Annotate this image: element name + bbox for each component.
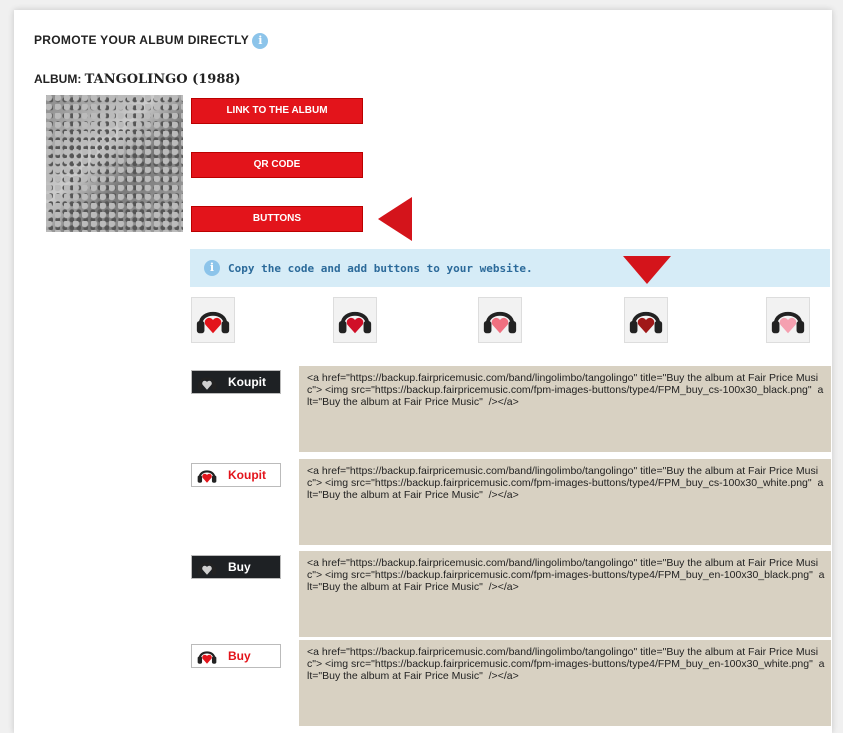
buy-button-label: Koupit [228,468,266,482]
buy-button-preview[interactable]: Koupit [191,370,281,394]
headphones-icon [192,464,222,486]
album-title: ALBUM: TANGOLINGO (1988) [34,72,241,87]
link-to-album-button[interactable]: LINK TO THE ALBUM [191,98,363,124]
headphone-style-option[interactable] [478,297,522,343]
album-name: TANGOLINGO (1988) [84,72,241,87]
buttons-button[interactable]: BUTTONS [191,206,363,232]
info-bar: i Copy the code and add buttons to your … [190,249,830,287]
headphones-real-heart-icon [625,298,667,347]
headphones-icon [192,556,222,578]
headphones-icon [192,645,222,667]
buy-button-label: Buy [228,560,251,574]
buy-button-label: Buy [228,649,251,663]
buy-button-preview[interactable]: Buy [191,555,281,579]
info-bar-text: Copy the code and add buttons to your we… [228,261,533,275]
qr-code-button[interactable]: QR CODE [191,152,363,178]
section-title-text: PROMOTE YOUR ALBUM DIRECTLY [34,33,249,48]
headphones-outline-heart-icon [767,298,809,347]
album-label: ALBUM: [34,72,82,86]
pointer-arrow-down-icon [623,256,671,284]
buy-button-label: Koupit [228,375,266,389]
embed-code-box[interactable]: <a href="https://backup.fairpricemusic.c… [299,459,831,545]
headphone-style-option[interactable] [624,297,668,343]
embed-code-box[interactable]: <a href="https://backup.fairpricemusic.c… [299,640,831,726]
info-icon: i [204,260,220,276]
headphone-style-option[interactable] [333,297,377,343]
info-icon[interactable]: i [252,33,269,49]
section-title: PROMOTE YOUR ALBUM DIRECTLY i [34,33,269,49]
embed-code-box[interactable]: <a href="https://backup.fairpricemusic.c… [299,366,831,452]
headphones-icon [192,371,222,393]
embed-code-box[interactable]: <a href="https://backup.fairpricemusic.c… [299,551,831,637]
headphone-style-option[interactable] [766,297,810,343]
buy-button-preview[interactable]: Koupit [191,463,281,487]
headphone-style-option[interactable] [191,297,235,343]
pointer-arrow-left-icon [378,197,412,241]
headphones-red-heart-icon [192,298,234,347]
headphones-pixel-heart-icon [479,298,521,347]
buy-button-preview[interactable]: Buy [191,644,281,668]
album-cover[interactable] [46,95,183,232]
headphones-broken-heart-icon [334,298,376,347]
